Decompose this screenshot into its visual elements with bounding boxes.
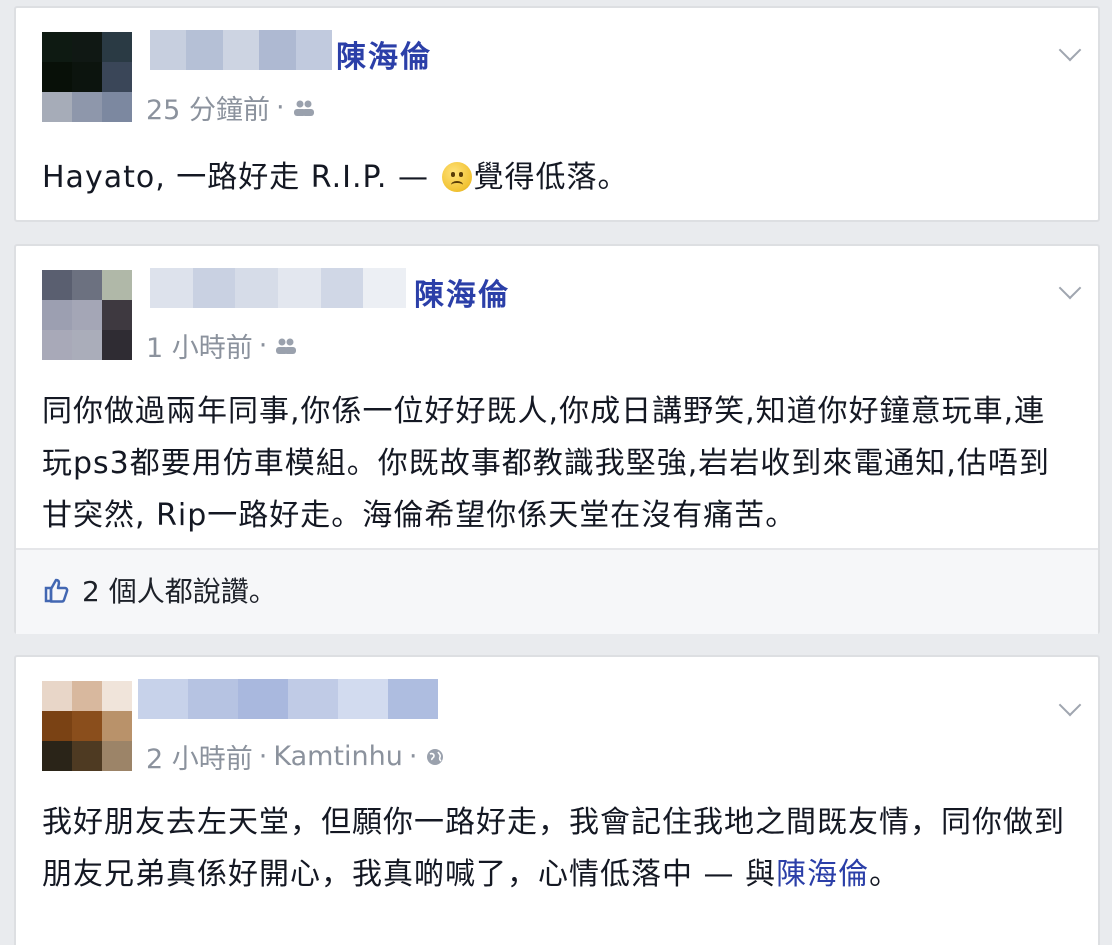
meta-separator: ·	[258, 330, 268, 361]
chevron-down-icon[interactable]	[1058, 276, 1082, 300]
author-name-blurred[interactable]	[150, 268, 407, 308]
tagged-user-link[interactable]: 陳海倫	[414, 270, 510, 314]
avatar[interactable]	[42, 270, 132, 360]
post-body: Hayato, 一路好走 R.I.P. — 覺得低落。	[42, 152, 1072, 204]
news-feed: 陳海倫 25 分鐘前 · Hayato, 一路好走 R.I.P. — 覺得低落。…	[0, 0, 1112, 945]
globe-icon[interactable]	[425, 747, 445, 767]
post-timestamp[interactable]: 25 分鐘前	[146, 88, 270, 127]
post-timestamp[interactable]: 2 小時前	[146, 737, 253, 776]
likes-bar: 2 個人都說讚。	[16, 548, 1098, 634]
post-meta: 1 小時前 ·	[146, 326, 297, 365]
post-meta: 2 小時前 · Kamtinhu ·	[146, 737, 445, 776]
likes-summary[interactable]: 2 個人都說讚。	[42, 570, 277, 610]
meta-separator: ·	[275, 92, 285, 123]
post-text: 同你做過兩年同事,你係一位好好既人,你成日講野笑,知道你好鐘意玩車,連玩ps3都…	[42, 394, 1050, 533]
sad-face-icon	[441, 162, 472, 192]
avatar[interactable]	[42, 681, 132, 771]
post-meta: 25 分鐘前 ·	[146, 88, 315, 127]
post-timestamp[interactable]: 1 小時前	[146, 326, 253, 365]
friends-icon[interactable]	[293, 99, 315, 117]
avatar[interactable]	[42, 32, 132, 122]
chevron-down-icon[interactable]	[1058, 38, 1082, 62]
post-text-tail: 。	[869, 857, 901, 892]
chevron-down-icon[interactable]	[1058, 693, 1082, 717]
tagged-user-link[interactable]: 陳海倫	[336, 32, 432, 76]
meta-separator: ·	[408, 741, 418, 772]
thumbs-up-icon	[44, 578, 69, 603]
tagged-user-link[interactable]: 陳海倫	[776, 857, 869, 892]
post-text: 我好朋友去左天堂，但願你一路好走，我會記住我地之間既友情，同你做到朋友兄弟真係好…	[42, 805, 1065, 892]
meta-separator: ·	[258, 741, 268, 772]
feeling-text: 覺得低落。	[473, 160, 629, 195]
post-text: Hayato, 一路好走 R.I.P. —	[42, 160, 440, 195]
post-card: 2 小時前 · Kamtinhu · 我好朋友去左天堂，但願你一路好走，我會記住…	[14, 655, 1100, 945]
likes-count-text[interactable]: 2 個人都說讚。	[82, 570, 277, 610]
post-card: 陳海倫 1 小時前 · 同你做過兩年同事,你係一位好好既人,你成日講野笑,知道你…	[14, 244, 1100, 634]
author-name-blurred[interactable]	[150, 30, 333, 70]
post-location[interactable]: Kamtinhu	[273, 741, 403, 772]
post-card: 陳海倫 25 分鐘前 · Hayato, 一路好走 R.I.P. — 覺得低落。	[14, 6, 1100, 222]
friends-icon[interactable]	[275, 337, 297, 355]
post-body: 我好朋友去左天堂，但願你一路好走，我會記住我地之間既友情，同你做到朋友兄弟真係好…	[42, 797, 1072, 901]
author-name-blurred[interactable]	[138, 679, 438, 719]
